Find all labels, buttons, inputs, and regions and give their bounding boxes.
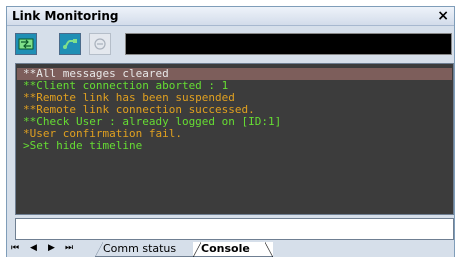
- title-bar: Link Monitoring ×: [7, 7, 454, 26]
- toolbar: [7, 27, 454, 60]
- power-icon: [94, 38, 106, 50]
- prev-tab-icon[interactable]: ◀: [30, 243, 37, 253]
- console-output[interactable]: **All messages cleared **Client connectio…: [15, 63, 454, 215]
- disconnect-button[interactable]: [89, 33, 111, 55]
- status-display: [125, 33, 452, 55]
- tab-bar: ⏮ ◀ ▶ ⏭ Comm status Console: [7, 242, 454, 257]
- tab-comm-status[interactable]: Comm status: [95, 242, 198, 257]
- link-toggle-button[interactable]: [15, 33, 37, 55]
- cable-icon: [63, 39, 77, 49]
- next-tab-icon[interactable]: ▶: [48, 243, 55, 253]
- console-message: >Set hide timeline: [23, 139, 143, 152]
- last-tab-icon[interactable]: ⏭: [65, 243, 73, 253]
- connection-button[interactable]: [59, 33, 81, 55]
- command-input[interactable]: [15, 218, 454, 240]
- tab-console[interactable]: Console: [193, 242, 273, 257]
- link-icon: [18, 38, 34, 50]
- tab-label: Console: [201, 242, 250, 255]
- window-title: Link Monitoring: [12, 9, 119, 23]
- tab-label: Comm status: [103, 242, 177, 255]
- close-icon[interactable]: ×: [437, 8, 449, 24]
- first-tab-icon[interactable]: ⏮: [11, 243, 19, 253]
- link-monitoring-window: Link Monitoring × **All messages cleared…: [6, 6, 455, 257]
